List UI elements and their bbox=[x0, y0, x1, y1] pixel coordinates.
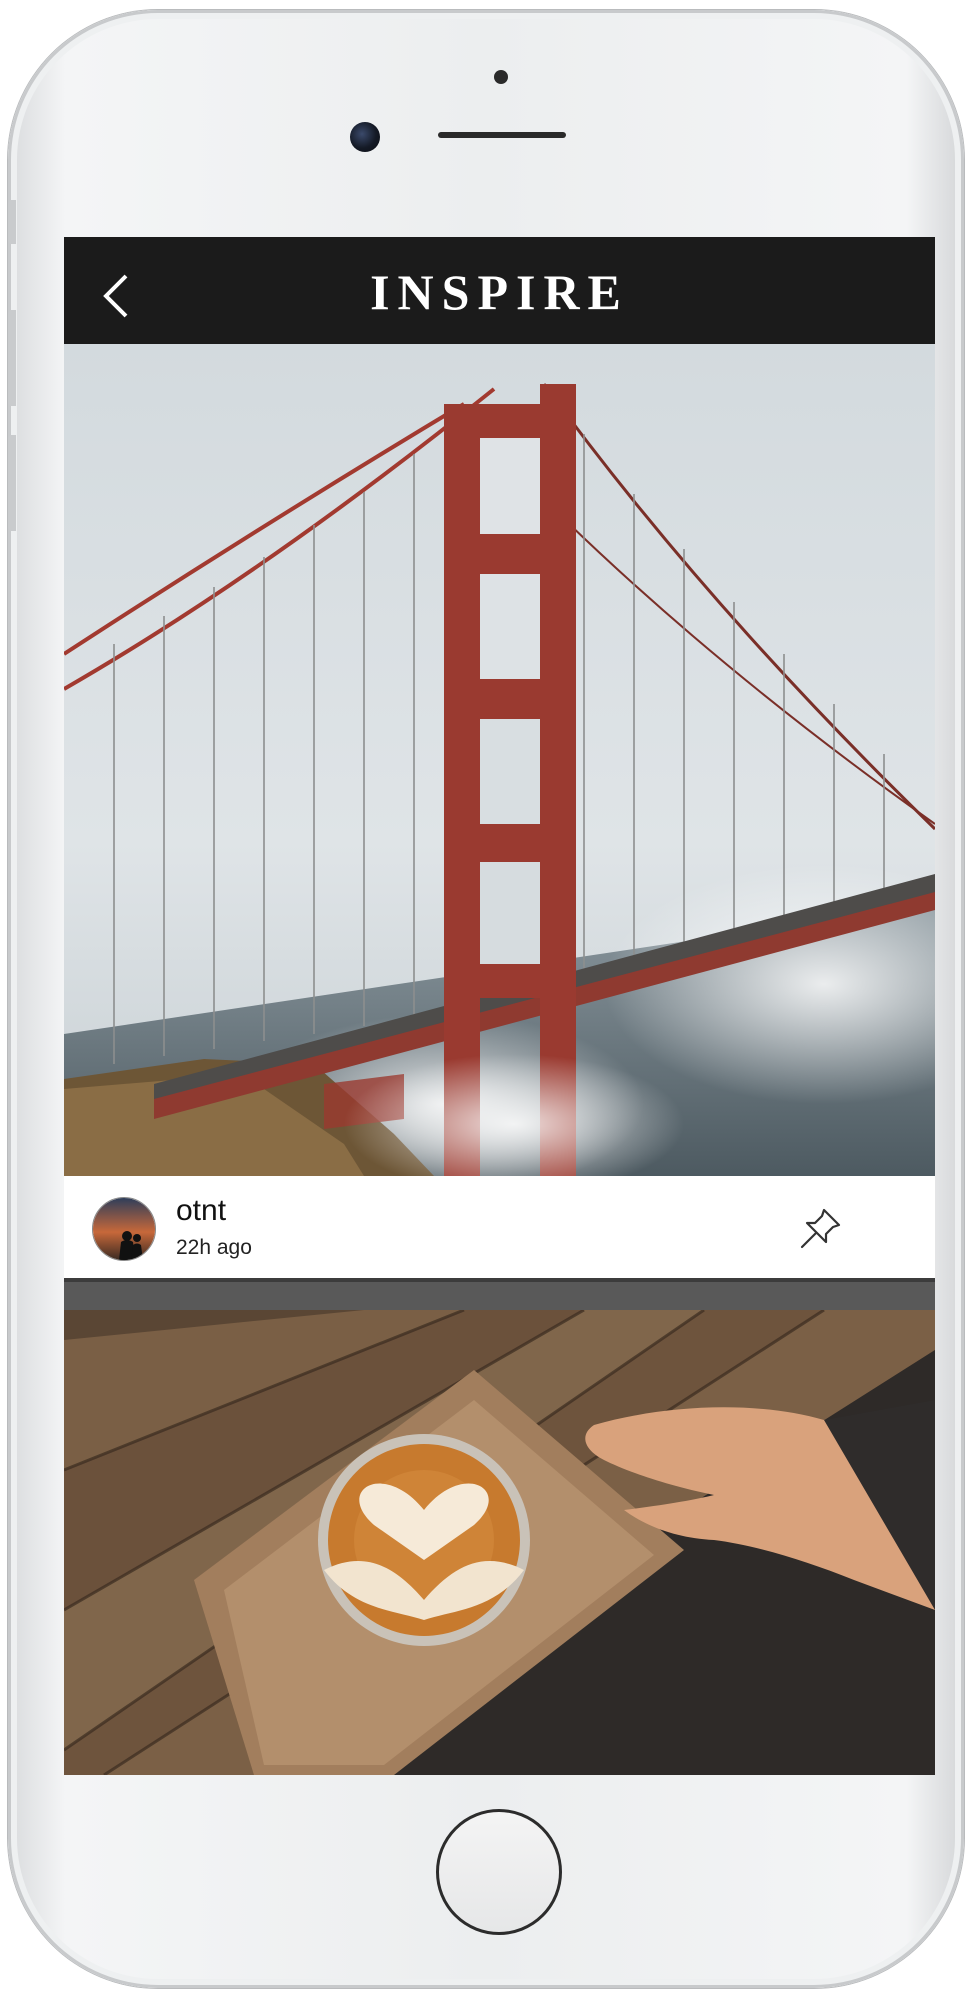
post-footer: otnt 22h ago bbox=[64, 1176, 935, 1282]
earpiece-speaker bbox=[438, 132, 566, 138]
pin-icon[interactable] bbox=[797, 1206, 843, 1252]
phone-frame: INSPIRE otnt 22h ago bbox=[8, 10, 964, 1988]
volume-up-button bbox=[8, 310, 16, 406]
mute-switch bbox=[8, 200, 16, 244]
volume-down-button bbox=[8, 435, 16, 531]
avatar[interactable] bbox=[92, 1197, 156, 1261]
front-camera bbox=[350, 122, 380, 152]
post-image-bridge[interactable] bbox=[64, 344, 935, 1176]
golden-gate-bridge-photo bbox=[64, 344, 935, 1176]
home-button[interactable] bbox=[436, 1809, 562, 1935]
app-header: INSPIRE bbox=[64, 237, 935, 344]
post-username[interactable]: otnt bbox=[176, 1194, 226, 1228]
app-title: INSPIRE bbox=[370, 264, 629, 320]
latte-art-coffee-photo bbox=[64, 1310, 935, 1775]
app-screen: INSPIRE otnt 22h ago bbox=[64, 237, 935, 1775]
post-image-coffee[interactable] bbox=[64, 1310, 935, 1775]
post-timestamp: 22h ago bbox=[176, 1236, 252, 1259]
user-avatar-image bbox=[93, 1198, 155, 1260]
proximity-sensor bbox=[494, 70, 508, 84]
